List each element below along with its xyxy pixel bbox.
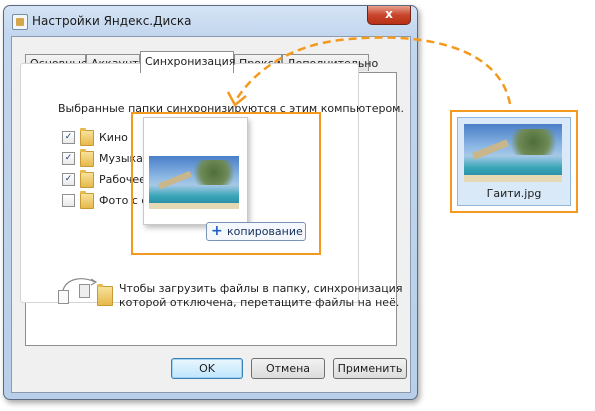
tab-sync[interactable]: Синхронизация bbox=[140, 51, 235, 73]
drag-arrow bbox=[226, 36, 512, 107]
